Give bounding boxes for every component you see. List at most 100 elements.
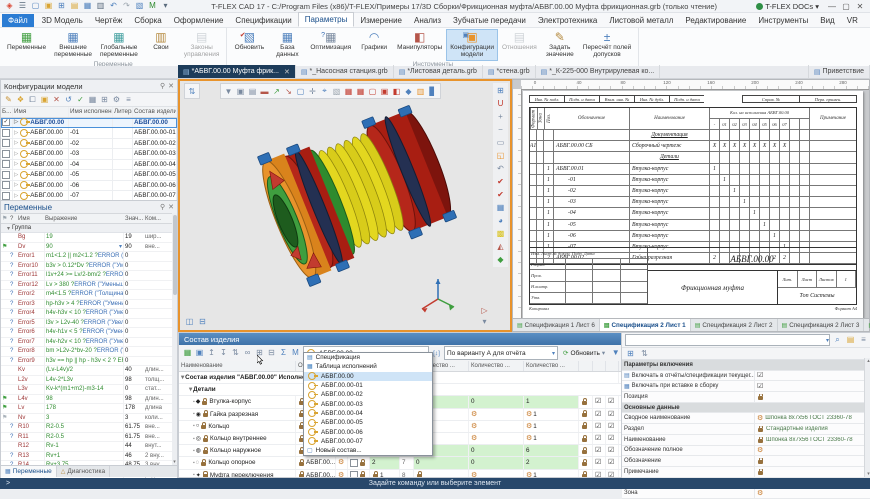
ribbon-tab-Анализ[interactable]: Анализ xyxy=(408,14,447,27)
checkbox-checked-icon[interactable]: ☑ xyxy=(595,423,601,430)
property-row[interactable]: Обозначение xyxy=(622,456,870,467)
checkbox-checked-icon[interactable]: ☑ xyxy=(595,447,601,454)
property-row[interactable]: РазделСтандартные изделия xyxy=(622,424,870,435)
magnet-icon[interactable]: U xyxy=(495,98,506,109)
property-row[interactable]: Сводное наименование⚙Шпонка 8x7x56 ГОСТ … xyxy=(622,413,870,424)
select-scene-icon[interactable]: ▣ xyxy=(235,86,246,97)
own-variables-button[interactable]: ▥Свои xyxy=(142,29,180,61)
view-3d-icon[interactable]: ▥ xyxy=(415,86,426,97)
document-tab[interactable]: ▤*стена.grb xyxy=(483,65,536,78)
close-tab-icon[interactable]: ✕ xyxy=(284,68,290,76)
spec-row[interactable]: 1-02Втулка-корпус1 xyxy=(530,186,856,197)
expander-icon[interactable]: ▾ xyxy=(189,386,192,393)
variable-row[interactable]: ⚑Lv178178длина xyxy=(1,404,177,414)
3d-viewport[interactable]: ⇅ ▼▣▤▬↗↘▢✛⌖▧▦▦▢▣◧◆▥▊ ⊞U+−▭◱↶✔✔▦◕▩◭◆ ◫⊟ ▷… xyxy=(178,79,512,332)
panel-tab-Переменные[interactable]: ▦Переменные xyxy=(1,466,57,477)
config-row[interactable]: ▷АБВГ.00.00-06АБВГ.00.00-06 xyxy=(1,181,177,192)
expander-icon[interactable]: ▷ xyxy=(14,172,18,178)
property-row[interactable]: Зона⚙ xyxy=(622,488,870,499)
move-up-icon[interactable]: ↥ xyxy=(206,348,217,359)
3d-model[interactable] xyxy=(180,81,510,330)
checkbox-checked-icon[interactable]: ☑ xyxy=(608,398,614,405)
snap-edge-icon[interactable]: ↘ xyxy=(283,86,294,97)
variant-combo[interactable]: По варианту А для отчёта▾ xyxy=(444,346,558,360)
item-checkbox[interactable] xyxy=(350,459,358,467)
dropdown-item[interactable]: АБВГ.00.00-07 xyxy=(304,437,432,446)
ribbon-tab-Файл[interactable]: Файл xyxy=(2,14,34,27)
box-edges-icon[interactable]: ▦ xyxy=(355,86,366,97)
update-button[interactable]: ▧✔Обновить xyxy=(230,29,268,61)
props-folder-icon[interactable]: ▤ xyxy=(845,335,856,346)
expander-icon[interactable]: ▷ xyxy=(14,161,18,167)
split-vertical-icon[interactable]: ⊟ xyxy=(197,316,208,327)
dropdown-item[interactable]: ▤Спецификация xyxy=(304,353,432,362)
spec-row[interactable]: 1-04Втулка-корпус1 xyxy=(530,208,856,219)
variable-row[interactable]: ?R10R2-0.561.75вне... xyxy=(1,423,177,433)
sheet-tab[interactable]: ▤Спецификация 1 Лист 6 xyxy=(513,319,600,331)
spec-row[interactable]: 1-06Втулка-корпус1 xyxy=(530,231,856,242)
sum-icon[interactable]: Σ xyxy=(278,348,289,359)
new-from-current-icon[interactable]: ❖ xyxy=(15,94,26,105)
previous-view-icon[interactable]: ↶ xyxy=(495,163,506,174)
props-list-icon[interactable]: ≡ xyxy=(858,335,869,346)
expander-icon[interactable]: ▷ xyxy=(14,130,18,136)
ribbon-tab-VR[interactable]: VR xyxy=(841,14,864,27)
config-checkbox[interactable] xyxy=(2,181,10,189)
property-row[interactable]: ▤Включать в отчёты/спецификации текущег.… xyxy=(622,371,870,382)
ribbon-tab-ЧПУ[interactable]: ЧПУ xyxy=(864,14,870,27)
config-row[interactable]: ▷АБВГ.00.00-05АБВГ.00.00-05 xyxy=(1,170,177,181)
settings-icon[interactable]: ⚙ xyxy=(111,94,122,105)
props-filter-combo[interactable]: ▾ xyxy=(625,334,830,346)
document-tab[interactable]: ▤*_Насосная станция.grb xyxy=(296,65,394,78)
optimization-button[interactable]: ▦?Оптимизация xyxy=(306,29,355,61)
render-mode-icon[interactable]: ◕ xyxy=(495,215,506,226)
snap-point-icon[interactable]: ↗ xyxy=(271,86,282,97)
ribbon-tab-Вид[interactable]: Вид xyxy=(814,14,840,27)
add-column-icon[interactable]: ⊞ xyxy=(99,94,110,105)
ribbon-tab-Измерение[interactable]: Измерение xyxy=(354,14,408,27)
regenerate-icon[interactable]: ⇅ xyxy=(184,83,200,99)
variable-row[interactable]: ?Error5l3v > L2v-40 ? ERROR ("Увелич...0 xyxy=(1,319,177,329)
sheet-tab[interactable]: ▤Спецификация 2 Лист 1 xyxy=(600,319,691,331)
config-checkbox[interactable] xyxy=(2,171,10,179)
dropdown-arrow-icon[interactable]: ▾ xyxy=(119,243,122,250)
model-configurations-button[interactable]: ▣▣Конфигурациимодели xyxy=(446,29,498,61)
box-faces-icon[interactable]: ▦ xyxy=(343,86,354,97)
variable-row[interactable]: Kv(Lv-L4v)/240длин... xyxy=(1,366,177,376)
zoom-in-icon[interactable]: + xyxy=(495,111,506,122)
checkbox-checked-icon[interactable]: ☑ xyxy=(595,411,601,418)
ribbon-tab-Редактирование[interactable]: Редактирование xyxy=(679,14,752,27)
close-icon[interactable]: ✕ xyxy=(168,82,174,90)
undo-icon[interactable]: ↶ xyxy=(107,1,120,12)
config-checkbox[interactable] xyxy=(2,160,10,168)
tolerance-recalc-button[interactable]: ±Пересчёт полейдопусков xyxy=(579,29,636,61)
tflex-docs-button[interactable]: T-FLEX DOCs ▾ xyxy=(756,2,819,11)
pairs-icon[interactable]: ▊ xyxy=(427,86,438,97)
document-tab[interactable]: ▤Приветствие xyxy=(808,65,870,78)
pin-icon[interactable]: ⚲ xyxy=(160,82,165,90)
delete-configuration-icon[interactable]: ✕ xyxy=(51,94,62,105)
dropdown-item[interactable]: ▦Таблица исполнений xyxy=(304,362,432,371)
property-row[interactable]: НаименованиеШпонка 8x7x56 ГОСТ 23360-78 xyxy=(622,435,870,446)
spec-row[interactable]: А1АБВГ.00.00 СБСборочный чертежXXXXXXXX xyxy=(530,141,856,152)
ribbon-tab-Оформление[interactable]: Оформление xyxy=(168,14,230,27)
config-checkbox[interactable] xyxy=(2,150,10,158)
dropdown-item[interactable]: АБВГ.00.00-04 xyxy=(304,409,432,418)
link-icon[interactable]: ∞ xyxy=(242,348,253,359)
specification-sheet[interactable]: Инв. № подл.Подп. и датаВзам. инв. №Инв.… xyxy=(523,91,863,319)
menu-icon[interactable]: ☰ xyxy=(16,1,29,12)
variable-row[interactable]: ?R13Rv+1462 вну... xyxy=(1,452,177,462)
formula-icon[interactable]: M xyxy=(290,348,301,359)
variable-row[interactable]: ⚑L4v9898длин... xyxy=(1,395,177,405)
check-assembly-icon[interactable]: ✔ xyxy=(495,189,506,200)
check-model-icon[interactable]: ✔ xyxy=(495,176,506,187)
app-logo-icon[interactable]: ◈ xyxy=(3,1,16,12)
config-row[interactable]: ▷АБВГ.00.00-01АБВГ.00.00-01 xyxy=(1,128,177,139)
sheet-tab[interactable]: ▤Спецификация 2 Лист 2 xyxy=(691,319,778,331)
axes-icon[interactable]: ✛ xyxy=(307,86,318,97)
sort-az-icon[interactable]: ⇅ xyxy=(230,348,241,359)
pin-icon[interactable]: ⚲ xyxy=(160,203,165,211)
variables-button[interactable]: ▦Переменные xyxy=(3,29,50,61)
more-icon[interactable]: ≡ xyxy=(123,94,134,105)
variable-row[interactable]: ?Error4h4v-h3v < 10 ? ERROR ("Умень...0 xyxy=(1,309,177,319)
